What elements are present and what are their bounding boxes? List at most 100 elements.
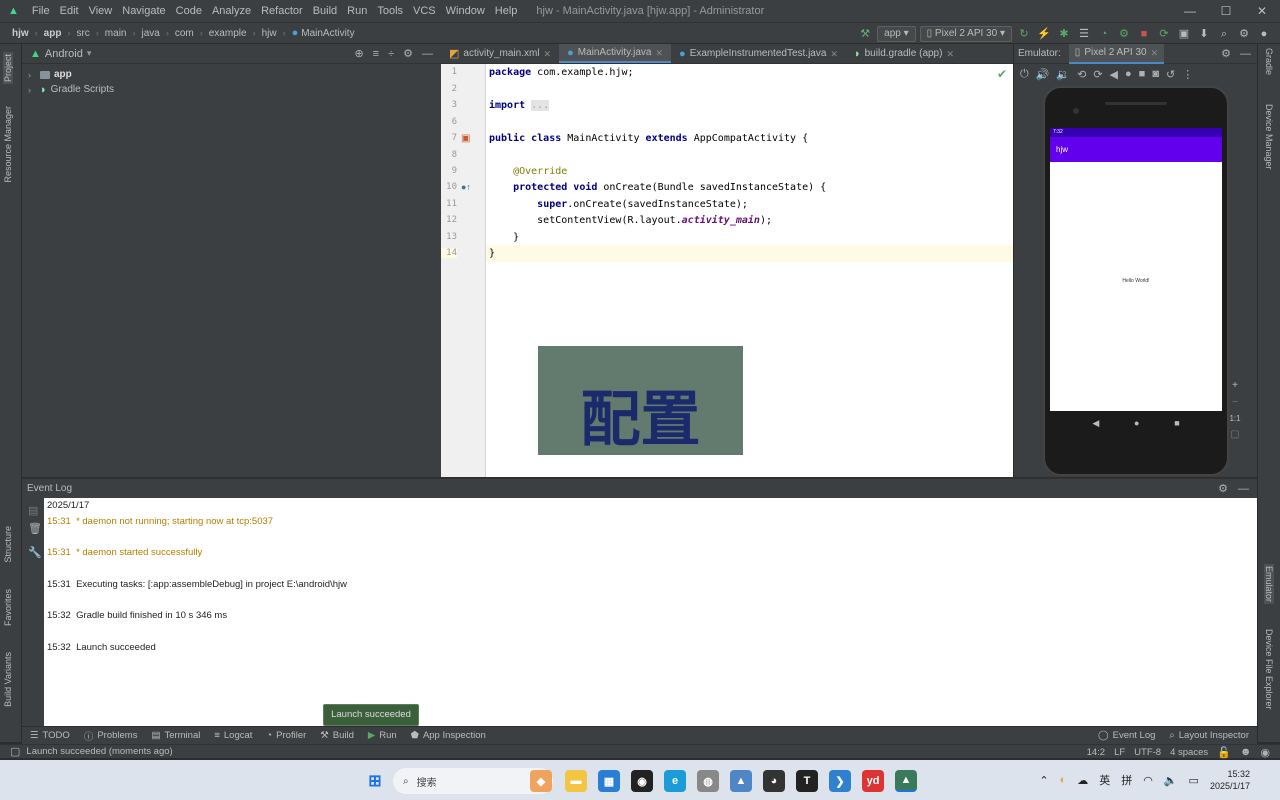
sync-gradle-icon[interactable]: ⟳ xyxy=(1156,26,1172,42)
volume-icon[interactable]: 🔈 xyxy=(1164,774,1178,787)
close-icon[interactable]: ✕ xyxy=(1244,0,1280,22)
menu-run[interactable]: Run xyxy=(342,5,372,17)
typora-icon[interactable]: T xyxy=(796,770,818,792)
memory-icon[interactable]: ◉ xyxy=(1260,746,1270,759)
close-tab-icon[interactable]: ✕ xyxy=(1151,44,1159,62)
device-manager-icon[interactable]: ▣ xyxy=(1176,26,1192,42)
line-separator[interactable]: LF xyxy=(1114,747,1125,758)
qq-icon[interactable]: ◕ xyxy=(763,770,785,792)
widget-icon[interactable]: ◆ xyxy=(530,770,552,792)
taskbar-search[interactable]: ⌕ 搜索 xyxy=(393,768,553,794)
youdao-icon[interactable]: yd xyxy=(862,770,884,792)
tab-build-variants[interactable]: Build Variants xyxy=(3,652,13,707)
tab-problems[interactable]: ⓘ Problems xyxy=(84,729,138,743)
tab-project[interactable]: Project xyxy=(3,52,13,85)
home-icon[interactable]: ● xyxy=(1125,68,1132,80)
tab-todo[interactable]: ☰ TODO xyxy=(30,730,70,741)
zoom-out-icon[interactable]: − xyxy=(1232,397,1238,408)
breadcrumb-src[interactable]: src xyxy=(76,28,89,39)
mark-read-icon[interactable]: ▤ xyxy=(28,504,38,517)
search-icon[interactable]: ⌕ xyxy=(1216,26,1232,42)
close-tab-icon[interactable]: ✕ xyxy=(655,43,663,63)
tab-profiler[interactable]: ◔ Profiler xyxy=(266,730,306,741)
expand-all-icon[interactable]: ≡ xyxy=(373,47,379,60)
tab-emulator[interactable]: Emulator xyxy=(1264,564,1274,605)
more-icon[interactable]: ⋮ xyxy=(1182,68,1193,81)
menu-view[interactable]: View xyxy=(84,5,118,17)
zoom-actual-size[interactable]: 1:1 xyxy=(1229,414,1240,423)
power-icon[interactable]: ⏻ xyxy=(1020,68,1029,81)
file-explorer-icon[interactable]: ▬ xyxy=(565,770,587,792)
hide-icon[interactable]: — xyxy=(1240,47,1251,60)
gear-icon[interactable]: ⚙ xyxy=(403,47,413,60)
menu-file[interactable]: File xyxy=(27,5,55,17)
close-tab-icon[interactable]: ✕ xyxy=(544,44,552,64)
apply-changes-icon[interactable]: ⚡ xyxy=(1036,26,1052,42)
store-icon[interactable]: ▦ xyxy=(598,770,620,792)
close-tab-icon[interactable]: ✕ xyxy=(830,44,838,64)
cloud-icon[interactable]: ☁ xyxy=(1077,774,1088,787)
chevron-up-icon[interactable]: ⌃ xyxy=(1039,774,1048,787)
ime-language[interactable]: 英 xyxy=(1099,772,1110,788)
gear-icon[interactable]: ⚙ xyxy=(1221,47,1231,60)
settings-icon[interactable]: ⚙ xyxy=(1236,26,1252,42)
nav-recents-icon[interactable]: ■ xyxy=(1174,418,1179,429)
snapshot-icon[interactable]: ↺ xyxy=(1166,68,1175,81)
fit-screen-icon[interactable]: ▢ xyxy=(1230,429,1239,440)
indent-setting[interactable]: 4 spaces xyxy=(1170,747,1208,758)
image-viewer-icon[interactable]: ▲ xyxy=(730,770,752,792)
hide-icon[interactable]: — xyxy=(1238,482,1249,495)
menu-help[interactable]: Help xyxy=(490,5,523,17)
battery-icon[interactable]: ▭ xyxy=(1189,774,1199,787)
run-config-select[interactable]: app ▾ xyxy=(877,26,916,42)
menu-window[interactable]: Window xyxy=(441,5,490,17)
tab-emulator-device[interactable]: ▯ Pixel 2 API 30 ✕ xyxy=(1068,43,1165,64)
hammer-icon[interactable]: ⚒ xyxy=(857,26,873,42)
collapse-all-icon[interactable]: ÷ xyxy=(388,47,394,60)
app-icon[interactable]: ◍ xyxy=(697,770,719,792)
hide-icon[interactable]: — xyxy=(422,47,433,60)
overview-icon[interactable]: ■ xyxy=(1139,68,1146,80)
close-tab-icon[interactable]: ✕ xyxy=(946,44,954,64)
breadcrumb-main[interactable]: main xyxy=(105,28,127,39)
maximize-icon[interactable]: ☐ xyxy=(1208,0,1244,22)
color-icon[interactable]: ◐ xyxy=(1060,774,1067,786)
trash-icon[interactable]: 🗑 xyxy=(28,522,42,535)
rotate-right-icon[interactable]: ⟳ xyxy=(1093,68,1102,81)
github-icon[interactable]: ◉ xyxy=(631,770,653,792)
tab-example-instrumented-test[interactable]: ● ExampleInstrumentedTest.java ✕ xyxy=(671,44,846,63)
inspector-face-icon[interactable]: ☻ xyxy=(1240,746,1252,758)
attach-debugger-icon[interactable]: ⚙ xyxy=(1116,26,1132,42)
menu-navigate[interactable]: Navigate xyxy=(117,5,170,17)
ime-mode[interactable]: 拼 xyxy=(1121,772,1132,788)
nav-home-icon[interactable]: ● xyxy=(1134,418,1139,429)
chevron-right-icon[interactable]: › xyxy=(28,70,40,80)
breadcrumb-hjw-pkg[interactable]: hjw xyxy=(262,28,277,39)
tree-item-app[interactable]: › app xyxy=(22,67,441,82)
tab-app-inspection[interactable]: ⬟ App Inspection xyxy=(411,730,486,741)
camera-icon[interactable]: ◙ xyxy=(1152,68,1159,80)
tab-device-file-explorer[interactable]: Device File Explorer xyxy=(1264,629,1274,710)
android-run-marker-icon[interactable]: ▣ xyxy=(461,133,470,144)
menu-edit[interactable]: Edit xyxy=(55,5,84,17)
tree-item-gradle-scripts[interactable]: › ◗ Gradle Scripts xyxy=(22,82,441,97)
event-log-content[interactable]: 2025/1/17 15:31 * daemon not running; st… xyxy=(44,498,1257,726)
locate-icon[interactable]: ⊕ xyxy=(354,47,363,60)
breadcrumb-hjw[interactable]: hjw xyxy=(12,28,29,39)
tab-favorites[interactable]: Favorites xyxy=(3,589,13,626)
gear-icon[interactable]: ⚙ xyxy=(1218,482,1228,495)
wifi-icon[interactable]: ◠ xyxy=(1143,774,1153,787)
windows-start-icon[interactable]: ⊞ xyxy=(364,770,386,792)
run-icon[interactable]: ↻ xyxy=(1016,26,1032,42)
chevron-right-icon[interactable]: › xyxy=(28,85,40,95)
tab-event-log[interactable]: ◯ Event Log xyxy=(1098,730,1155,741)
stop-icon[interactable]: ■ xyxy=(1136,26,1152,42)
lock-icon[interactable]: 🔓 xyxy=(1217,746,1231,759)
tab-structure[interactable]: Structure xyxy=(3,526,13,563)
tab-terminal[interactable]: ▤ Terminal xyxy=(151,730,200,741)
nav-back-icon[interactable]: ◀ xyxy=(1092,418,1099,429)
back-icon[interactable]: ◀ xyxy=(1110,68,1118,81)
caret-position[interactable]: 14:2 xyxy=(1087,747,1106,758)
menu-tools[interactable]: Tools xyxy=(372,5,408,17)
menu-build[interactable]: Build xyxy=(308,5,342,17)
